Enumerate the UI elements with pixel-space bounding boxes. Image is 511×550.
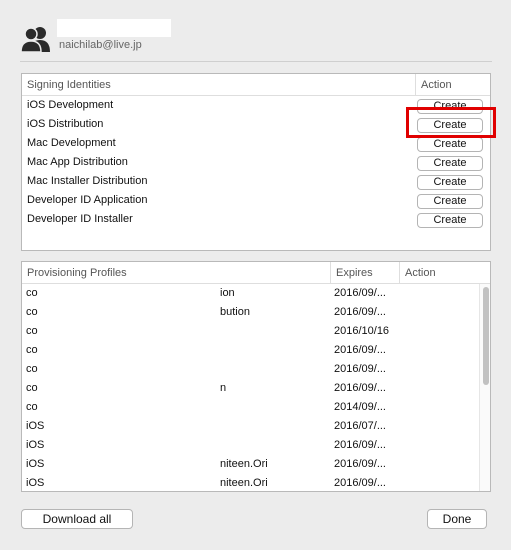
create-developer-id-application-button[interactable]: Create: [417, 194, 483, 209]
people-icon: [20, 27, 50, 53]
expires-header[interactable]: Expires: [330, 262, 400, 284]
create-mac-installer-distribution-button[interactable]: Create: [417, 175, 483, 190]
signing-identity-ios-development[interactable]: iOS Development: [27, 99, 113, 111]
create-mac-development-button[interactable]: Create: [417, 137, 483, 152]
profile-name-tail: niteen.Ori: [220, 477, 268, 489]
profile-expires: 2016/07/...: [334, 420, 386, 432]
scrollbar-thumb[interactable]: [483, 287, 489, 385]
done-button[interactable]: Done: [427, 509, 487, 529]
signing-identity-mac-installer-distribution[interactable]: Mac Installer Distribution: [27, 175, 147, 187]
signing-identity-ios-distribution[interactable]: iOS Distribution: [27, 118, 103, 130]
profile-expires: 2016/09/...: [334, 382, 386, 394]
signing-identity-mac-development[interactable]: Mac Development: [27, 137, 116, 149]
profile-expires: 2016/09/...: [334, 344, 386, 356]
provisioning-action-header[interactable]: Action: [399, 262, 490, 284]
profile-name: co: [26, 382, 38, 394]
profile-expires: 2016/09/...: [334, 363, 386, 375]
profile-name: co: [26, 401, 38, 413]
profile-expires: 2014/09/...: [334, 401, 386, 413]
profile-name: co: [26, 344, 38, 356]
profile-name: co: [26, 306, 38, 318]
highlight-box: [406, 107, 496, 138]
signing-identity-developer-id-application[interactable]: Developer ID Application: [27, 194, 147, 206]
account-name-redacted: [57, 19, 171, 37]
profile-expires: 2016/09/...: [334, 306, 386, 318]
provisioning-profiles-table: Provisioning Profiles Expires Action co …: [21, 261, 491, 492]
account-email: naichilab@live.jp: [59, 39, 142, 51]
header-divider: [20, 61, 492, 62]
profile-name: co: [26, 325, 38, 337]
profile-expires: 2016/09/...: [334, 439, 386, 451]
profile-name-tail: bution: [220, 306, 250, 318]
signing-identities-header[interactable]: Signing Identities: [22, 74, 416, 96]
create-mac-app-distribution-button[interactable]: Create: [417, 156, 483, 171]
profile-name-tail: niteen.Ori: [220, 458, 268, 470]
signing-action-header[interactable]: Action: [415, 74, 490, 96]
profile-name-tail: ion: [220, 287, 235, 299]
create-developer-id-installer-button[interactable]: Create: [417, 213, 483, 228]
vertical-scrollbar[interactable]: [479, 284, 490, 491]
profile-expires: 2016/10/16: [334, 325, 390, 337]
profile-expires: 2016/09/...: [334, 287, 386, 299]
profile-name: co: [26, 287, 38, 299]
signing-identity-developer-id-installer[interactable]: Developer ID Installer: [27, 213, 133, 225]
provisioning-profiles-header[interactable]: Provisioning Profiles: [22, 262, 330, 284]
profile-name: iOS: [26, 420, 45, 432]
profile-name: iOS: [26, 439, 45, 451]
profile-expires: 2016/09/...: [334, 477, 386, 489]
profile-expires: 2016/09/...: [334, 458, 386, 470]
signing-identity-mac-app-distribution[interactable]: Mac App Distribution: [27, 156, 128, 168]
download-all-button[interactable]: Download all: [21, 509, 133, 529]
profile-name: iOS: [26, 477, 45, 489]
signing-identities-table: Signing Identities Action iOS Developmen…: [21, 73, 491, 251]
profile-name-tail: n: [220, 382, 227, 394]
account-header: naichilab@live.jp: [0, 0, 511, 70]
profile-name: co: [26, 363, 38, 375]
profile-name: iOS: [26, 458, 45, 470]
